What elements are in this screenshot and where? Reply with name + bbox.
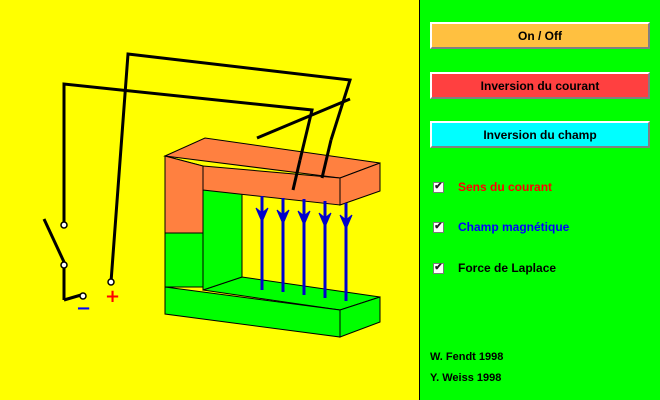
author-credit: W. Fendt 1998	[430, 351, 504, 363]
current-direction-label: Sens du courant	[458, 180, 553, 194]
minus-terminal-label: −	[76, 298, 92, 319]
lorentz-force-scene	[42, 52, 381, 338]
invert-current-button[interactable]: Inversion du courant	[430, 72, 650, 99]
invert-field-button[interactable]: Inversion du champ	[430, 121, 650, 148]
option-laplace-force[interactable]: ✔ Force de Laplace	[433, 261, 556, 275]
simulation-canvas: − +	[0, 0, 419, 400]
on-off-button[interactable]: On / Off	[430, 22, 650, 49]
control-panel: On / Off Inversion du courant Inversion …	[420, 0, 660, 400]
current-direction-checkbox[interactable]: ✔	[433, 181, 444, 193]
plus-terminal-label: +	[105, 286, 121, 307]
magnetic-field-checkbox[interactable]: ✔	[433, 221, 444, 233]
translator-credit: Y. Weiss 1998	[430, 372, 502, 384]
magnetic-field-label: Champ magnétique	[458, 220, 570, 234]
laplace-force-label: Force de Laplace	[458, 261, 557, 275]
applet-window: − + On / Off Inversion du courant Invers…	[0, 0, 660, 400]
option-current-direction[interactable]: ✔ Sens du courant	[433, 180, 552, 194]
option-magnetic-field[interactable]: ✔ Champ magnétique	[433, 220, 569, 234]
laplace-force-checkbox[interactable]: ✔	[433, 262, 444, 274]
